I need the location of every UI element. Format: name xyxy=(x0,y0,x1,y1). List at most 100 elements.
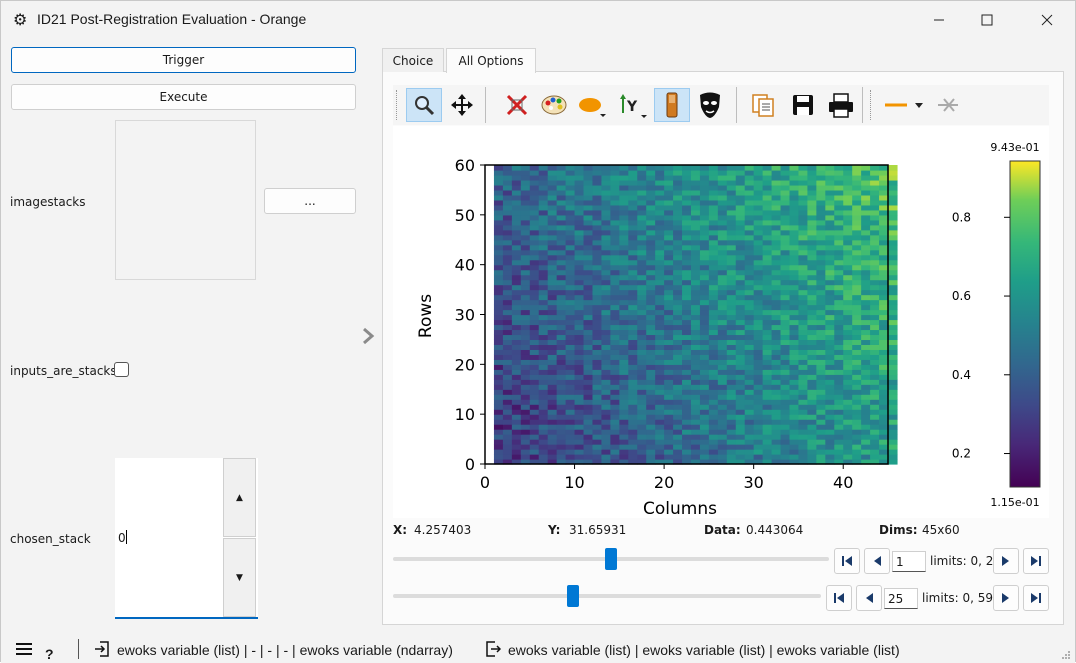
row-last-button[interactable] xyxy=(1023,585,1049,611)
heatmap-cell xyxy=(646,454,656,460)
heatmap-cell xyxy=(547,314,558,321)
heatmap-cell xyxy=(807,304,817,311)
print-button[interactable] xyxy=(823,88,859,122)
heatmap-cell xyxy=(610,304,620,311)
minimize-button[interactable] xyxy=(915,1,963,39)
heatmap-cell xyxy=(744,334,755,341)
heatmap-plot[interactable]: 010203040 0102030405060 Columns Rows xyxy=(393,126,1049,519)
heatmap-cell xyxy=(502,409,513,415)
row-first-button[interactable] xyxy=(826,585,852,611)
plot-area[interactable]: 0 10 20 30 40 0 10 20 30 40 50 60 Columns Rows xyxy=(393,126,1049,519)
frame-index-input[interactable]: 1 xyxy=(892,551,926,572)
tab-choice[interactable]: Choice xyxy=(382,48,444,72)
heatmap-cell xyxy=(565,404,576,410)
heatmap-cell xyxy=(592,324,603,331)
heatmap-cell xyxy=(619,309,629,316)
row-prev-button[interactable] xyxy=(856,585,882,611)
heatmap-cell xyxy=(834,429,844,435)
heatmap-cell xyxy=(879,274,889,281)
heatmap-cell xyxy=(664,254,674,261)
line-style-button[interactable] xyxy=(879,88,927,122)
heatmap-cell xyxy=(717,449,728,455)
frame-next-button[interactable] xyxy=(993,548,1019,574)
tab-all-options[interactable]: All Options xyxy=(446,48,536,73)
heatmap-cell xyxy=(843,194,853,201)
heatmap-cell xyxy=(888,439,898,445)
row-slider-handle[interactable] xyxy=(566,585,579,607)
colormap-button[interactable] xyxy=(536,88,572,122)
menu-button[interactable] xyxy=(15,641,33,660)
heatmap-cell xyxy=(565,294,576,301)
save-button[interactable] xyxy=(785,88,821,122)
heatmap-cell xyxy=(879,449,889,455)
heatmap-cell xyxy=(556,324,567,331)
heatmap-cell xyxy=(493,424,504,430)
heatmap-cell xyxy=(565,369,576,375)
heatmap-cell xyxy=(708,184,719,191)
close-button[interactable] xyxy=(1023,1,1071,39)
frame-first-button[interactable] xyxy=(834,548,860,574)
row-next-button[interactable] xyxy=(993,585,1019,611)
heatmap-cell xyxy=(502,199,513,206)
heatmap-cell xyxy=(565,394,576,400)
heatmap-cell xyxy=(825,229,835,236)
heatmap-cell xyxy=(601,299,611,306)
maximize-button[interactable] xyxy=(963,1,1011,39)
inputs-are-stacks-checkbox[interactable] xyxy=(114,362,129,377)
heatmap-cell xyxy=(655,349,665,355)
imagestacks-list[interactable] xyxy=(115,120,256,280)
heatmap-cell xyxy=(583,419,594,425)
reset-zoom-button[interactable] xyxy=(499,88,535,122)
clear-button[interactable] xyxy=(930,88,966,122)
heatmap-cell xyxy=(538,404,549,410)
browse-button[interactable]: ... xyxy=(264,188,356,214)
heatmap-cell xyxy=(798,304,808,311)
zoom-button[interactable] xyxy=(406,88,442,122)
heatmap-cell xyxy=(690,289,701,296)
row-index-input[interactable]: 25 xyxy=(884,588,918,609)
heatmap-cell xyxy=(619,289,629,296)
heatmap-cell xyxy=(565,429,576,435)
heatmap-cell xyxy=(646,314,656,321)
splitter-toggle[interactable] xyxy=(359,325,377,347)
spin-up-button[interactable]: ▲ xyxy=(223,458,256,537)
heatmap-cell xyxy=(664,229,674,236)
heatmap-cell xyxy=(673,174,683,181)
keep-aspect-button[interactable] xyxy=(654,88,690,122)
heatmap-cell xyxy=(735,259,746,266)
heatmap-cell xyxy=(879,334,889,341)
heatmap-cell xyxy=(529,294,540,301)
trigger-button[interactable]: Trigger xyxy=(11,47,356,73)
resize-grip[interactable] xyxy=(1061,649,1071,659)
roi-shape-button[interactable] xyxy=(575,88,611,122)
heatmap-cell xyxy=(816,404,826,410)
heatmap-cell xyxy=(708,224,719,231)
heatmap-cell xyxy=(870,254,880,261)
heatmap-cell xyxy=(673,219,683,226)
frame-prev-button[interactable] xyxy=(864,548,890,574)
heatmap-cell xyxy=(646,279,656,286)
heatmap-cell xyxy=(529,389,540,395)
copy-button[interactable] xyxy=(745,88,781,122)
frame-last-button[interactable] xyxy=(1023,548,1049,574)
heatmap-cell xyxy=(637,179,647,186)
frame-slider-handle[interactable] xyxy=(605,548,617,570)
heatmap-cell xyxy=(807,349,817,355)
heatmap-cell xyxy=(628,414,638,420)
heatmap-cell xyxy=(682,269,692,276)
heatmap-cell xyxy=(601,179,611,186)
heatmap-cell xyxy=(601,209,611,216)
chosen-stack-spinbox[interactable]: 0 ▲ ▼ xyxy=(115,458,258,619)
heatmap-cell xyxy=(852,289,862,296)
row-slider-track[interactable] xyxy=(393,594,821,598)
pan-button[interactable] xyxy=(444,88,480,122)
heatmap-cell xyxy=(637,279,647,286)
heatmap-cell xyxy=(825,364,835,370)
heatmap-cell xyxy=(879,279,889,286)
execute-button[interactable]: Execute xyxy=(11,84,356,110)
spin-down-button[interactable]: ▼ xyxy=(223,538,256,617)
mask-button[interactable] xyxy=(692,88,728,122)
heatmap-cell xyxy=(807,169,817,176)
heatmap-cell xyxy=(717,454,728,460)
y-axis-button[interactable]: Y xyxy=(615,88,651,122)
